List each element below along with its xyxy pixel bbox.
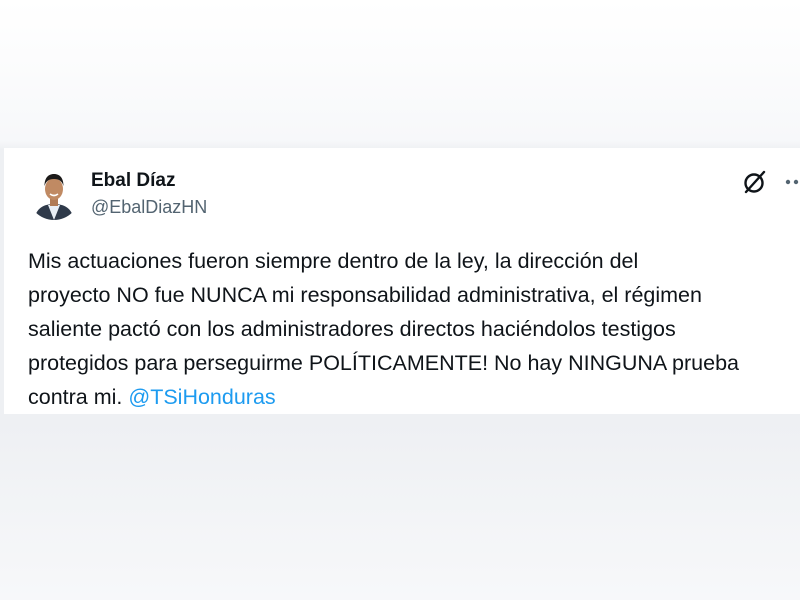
tweet-text-line: saliente pactó con los administradores d… — [28, 317, 676, 341]
tweet-text-last-line: contra mi. @TSiHonduras — [28, 380, 800, 414]
tweet-card[interactable]: Ebal Díaz @EbalDiazHN Mis actuaciones fu… — [4, 148, 800, 414]
author-display-name[interactable]: Ebal Díaz — [91, 170, 175, 192]
more-options-icon[interactable] — [780, 170, 800, 194]
tweet-text-line: Mis actuaciones fueron siempre dentro de… — [28, 249, 639, 273]
mention-link[interactable]: @TSiHonduras — [128, 385, 275, 409]
tweet-text-fragment: contra mi. — [28, 385, 123, 409]
tweet-text-line: protegidos para perseguirme POLÍTICAMENT… — [28, 351, 739, 375]
grok-icon[interactable] — [742, 169, 768, 195]
author-handle[interactable]: @EbalDiazHN — [91, 197, 207, 218]
tweet-text-line: proyecto NO fue NUNCA mi responsabilidad… — [28, 283, 702, 307]
tweet-text: Mis actuaciones fueron siempre dentro de… — [28, 244, 800, 414]
avatar[interactable] — [28, 168, 80, 220]
